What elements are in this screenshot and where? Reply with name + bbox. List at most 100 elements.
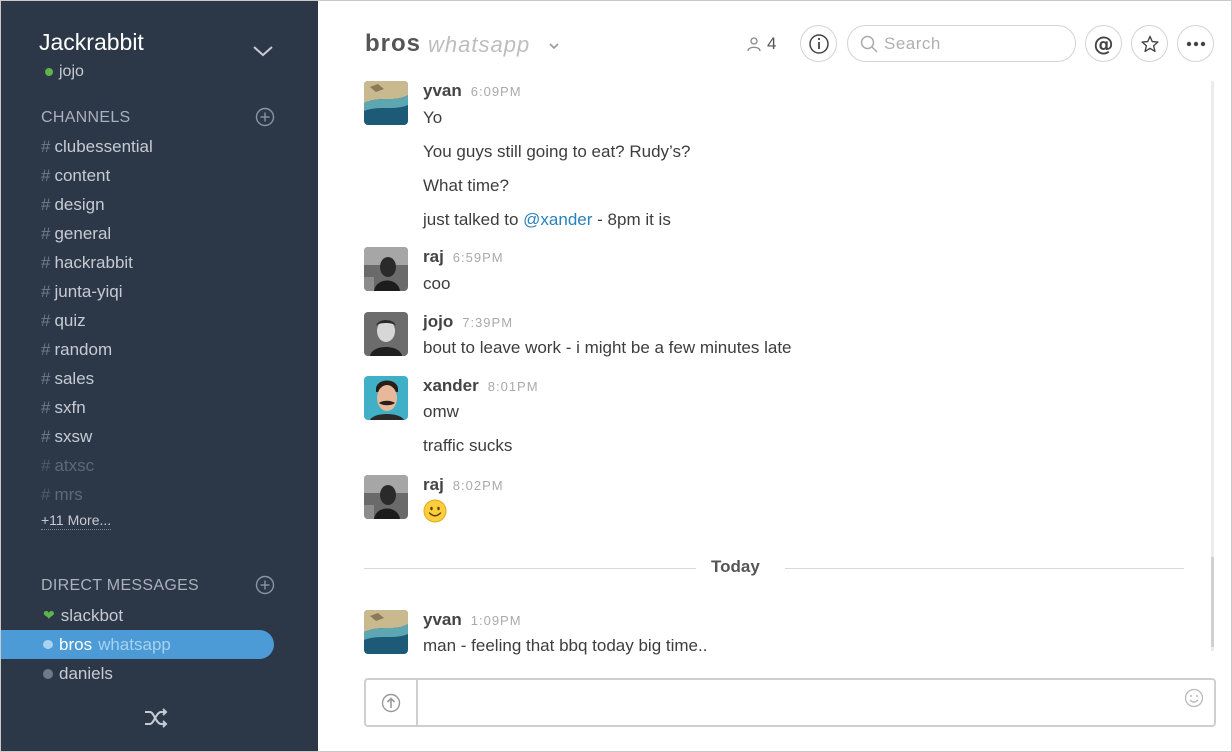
chevron-down-icon[interactable] xyxy=(548,41,560,51)
message-text: man - feeling that bbq today big time.. xyxy=(423,636,708,655)
message-text: bout to leave work - i might be a few mi… xyxy=(423,338,792,357)
emoji-picker-icon[interactable] xyxy=(1184,688,1204,708)
message-author[interactable]: raj xyxy=(423,247,444,267)
away-status-icon xyxy=(43,668,53,679)
message-author[interactable]: yvan xyxy=(423,81,462,101)
team-name[interactable]: Jackrabbit xyxy=(39,29,144,56)
hash-icon: # xyxy=(41,166,51,185)
message-meta: raj 8:02PM xyxy=(423,475,504,495)
main-panel: bros whatsapp 4 Search @ Today yvan 6:09… xyxy=(318,1,1231,751)
search-input[interactable] xyxy=(884,33,1064,54)
hash-icon: # xyxy=(41,485,51,504)
message-meta: jojo 7:39PM xyxy=(423,312,513,332)
avatar[interactable] xyxy=(364,312,408,356)
sidebar: Jackrabbit jojo CHANNELS # clubessential #… xyxy=(1,1,318,751)
current-user-name: jojo xyxy=(59,63,84,80)
user-mention-link[interactable]: @xander xyxy=(523,210,592,229)
dm-item-bros[interactable]: bros whatsapp xyxy=(1,630,274,659)
member-count-button[interactable]: 4 xyxy=(746,34,776,54)
channel-purpose[interactable]: whatsapp xyxy=(428,32,530,58)
channels-header[interactable]: CHANNELS xyxy=(41,109,131,127)
dm-name: slackbot xyxy=(60,605,124,625)
message-text: What time? xyxy=(423,176,509,195)
day-divider-label: Today xyxy=(711,557,760,576)
channel-item-atxsc[interactable]: # atxsc xyxy=(41,454,153,483)
search-box[interactable] xyxy=(847,25,1076,62)
avatar[interactable] xyxy=(364,247,408,291)
channel-info-button[interactable] xyxy=(800,25,837,62)
channel-item-quiz[interactable]: # quiz xyxy=(41,309,153,338)
online-status-icon xyxy=(45,68,53,76)
channel-item-hackrabbit[interactable]: # hackrabbit xyxy=(41,251,153,280)
direct-message-list: ❤ slackbot bros whatsapp daniels xyxy=(1,601,318,688)
channel-item-sxfn[interactable]: # sxfn xyxy=(41,396,153,425)
channel-name: sxfn xyxy=(54,398,86,417)
message-author[interactable]: xander xyxy=(423,376,479,396)
message-time[interactable]: 1:09PM xyxy=(471,613,522,628)
hash-icon: # xyxy=(41,340,51,359)
message-list: Today yvan 6:09PM Yo You guys still going t… xyxy=(318,77,1231,667)
message-input[interactable] xyxy=(426,688,1126,716)
add-direct-message-icon[interactable] xyxy=(255,575,275,595)
avatar[interactable] xyxy=(364,81,408,125)
more-options-button[interactable] xyxy=(1177,25,1214,62)
channel-item-general[interactable]: # general xyxy=(41,222,153,251)
avatar[interactable] xyxy=(364,475,408,519)
channel-item-sales[interactable]: # sales xyxy=(41,367,153,396)
avatar[interactable] xyxy=(364,610,408,654)
message-meta: yvan 6:09PM xyxy=(423,81,522,101)
current-user[interactable]: jojo xyxy=(45,63,84,81)
channel-item-design[interactable]: # design xyxy=(41,193,153,222)
upload-button[interactable] xyxy=(366,680,418,725)
message-time[interactable]: 8:02PM xyxy=(453,478,504,493)
channel-name: clubessential xyxy=(54,137,153,156)
avatar[interactable] xyxy=(364,376,408,420)
channel-item-random[interactable]: # random xyxy=(41,338,153,367)
starred-button[interactable] xyxy=(1131,25,1168,62)
channel-item-clubessential[interactable]: # clubessential xyxy=(41,135,153,164)
channel-name: sxsw xyxy=(54,427,93,446)
message-text: traffic sucks xyxy=(423,436,513,455)
hash-icon: # xyxy=(41,398,51,417)
dm-item-daniels[interactable]: daniels xyxy=(1,659,318,688)
message-author[interactable]: jojo xyxy=(423,312,453,332)
message-text-part: just talked to xyxy=(423,210,524,229)
channel-name: mrs xyxy=(54,485,83,504)
info-icon xyxy=(808,33,829,54)
message-author[interactable]: yvan xyxy=(423,610,462,630)
channel-name: random xyxy=(54,340,113,359)
dm-name: bros xyxy=(59,634,93,654)
channel-name: sales xyxy=(54,369,95,388)
channel-name: quiz xyxy=(54,311,86,330)
hash-icon: # xyxy=(41,427,51,446)
message-time[interactable]: 6:59PM xyxy=(453,250,504,265)
add-channel-icon[interactable] xyxy=(255,107,275,127)
heart-icon: ❤ xyxy=(43,607,55,623)
search-icon xyxy=(860,35,878,53)
message-time[interactable]: 8:01PM xyxy=(488,379,539,394)
channel-item-mrs[interactable]: # mrs xyxy=(41,483,153,512)
chevron-down-icon[interactable] xyxy=(251,39,275,63)
channel-item-content[interactable]: # content xyxy=(41,164,153,193)
message-author[interactable]: raj xyxy=(423,475,444,495)
channel-item-sxsw[interactable]: # sxsw xyxy=(41,425,153,454)
hash-icon: # xyxy=(41,282,51,301)
at-sign-icon: @ xyxy=(1093,31,1114,56)
dm-item-slackbot[interactable]: ❤ slackbot xyxy=(1,601,318,630)
channel-title[interactable]: bros xyxy=(365,30,421,58)
channel-name: atxsc xyxy=(54,456,95,475)
channel-item-junta-yiqi[interactable]: # junta-yiqi xyxy=(41,280,153,309)
channel-name: design xyxy=(54,195,105,214)
message-time[interactable]: 7:39PM xyxy=(462,315,513,330)
mentions-button[interactable]: @ xyxy=(1085,25,1122,62)
message-time[interactable]: 6:09PM xyxy=(471,84,522,99)
shuffle-icon[interactable] xyxy=(143,707,169,729)
scrollbar-thumb[interactable] xyxy=(1211,557,1214,647)
direct-messages-header[interactable]: DIRECT MESSAGES xyxy=(41,577,199,595)
more-channels-link[interactable]: +11 More... xyxy=(41,512,112,530)
member-count: 4 xyxy=(767,34,777,53)
hash-icon: # xyxy=(41,137,51,156)
hash-icon: # xyxy=(41,456,51,475)
message-meta: raj 6:59PM xyxy=(423,247,504,267)
app-window: Jackrabbit jojo CHANNELS # clubessential #… xyxy=(0,0,1232,752)
